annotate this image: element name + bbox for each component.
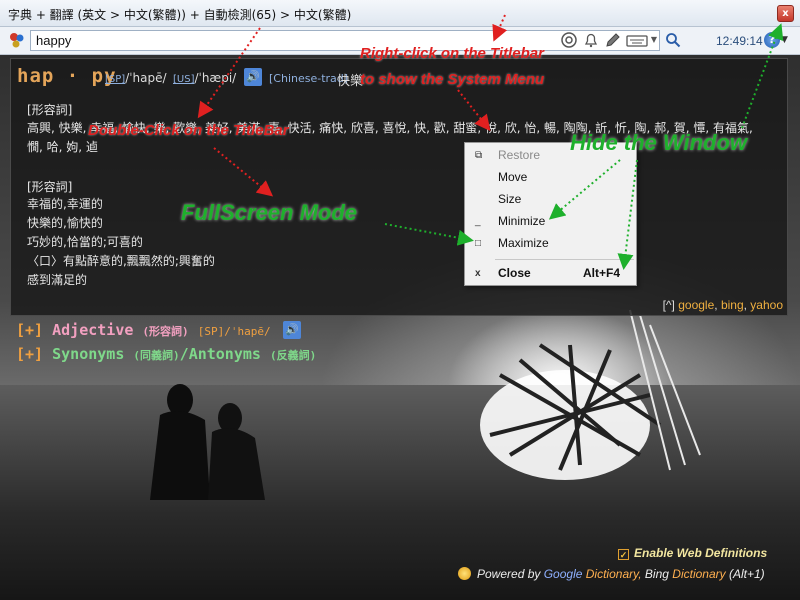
antonyms-label: Antonyms [188,345,261,363]
menu-label: Close [498,266,531,280]
pron-us-tag[interactable]: [US] [173,74,194,85]
menu-label: Restore [498,148,541,162]
minimize-icon: _ [475,216,481,227]
expand-bracket: [+] [16,345,44,363]
menu-label: Minimize [498,214,546,228]
system-menu: ⧉ Restore Move Size _ Minimize □ Maximiz… [464,142,637,286]
synonyms-separator: / [179,345,189,363]
adjective-label: Adjective [52,321,134,339]
help-caret-icon[interactable]: ▼ [781,35,788,45]
web-definitions-label: Enable Web Definitions [634,546,768,560]
clock: 12:49:14 [716,34,763,48]
dropdown-caret-icon[interactable]: ▼ [649,31,659,49]
menu-label: Move [498,170,528,184]
synonyms-label: Synonyms [52,345,125,363]
source-google-link[interactable]: google [678,298,714,312]
adjective-section-toggle[interactable]: [+] Adjective (形容詞) [SP]/ˈhapē/ [16,321,271,339]
lifebuoy-icon[interactable] [560,31,578,49]
menu-label: Maximize [498,236,549,250]
close-button[interactable]: x [777,5,794,22]
annotation-right-click-1: Right-click on the Titlebar [360,45,544,62]
section-label-2: [形容詞] [27,180,73,194]
headword: hap · py [17,65,117,87]
adjective-speaker-icon[interactable]: 🔊 [283,321,301,339]
adjective-pron-tag[interactable]: [SP] [198,325,225,338]
magnifier-icon[interactable] [664,31,682,49]
powered-prefix: Powered by [477,567,541,581]
powered-by: Powered by Google Dictionary, Bing Dicti… [458,567,765,581]
section-label-1: [形容詞] [27,103,73,117]
pron-us-text: /ˈhæpi/ [194,71,237,85]
powered-shortcut: (Alt+1) [728,567,765,581]
synonyms-cn-label: (同義詞) [133,349,180,362]
menu-item-minimize[interactable]: _ Minimize [465,211,636,232]
help-icon[interactable]: ? [764,32,780,48]
title-bar[interactable]: 字典 + 翻譯 (英文 > 中文(繁體)) + 自動檢測(65) > 中文(繁體… [0,0,800,27]
maximize-icon: □ [475,238,482,249]
pron-sp-text: /ˈhapē/ [125,71,167,85]
expand-bracket: [+] [16,321,44,339]
dictionary-panel: hap · py [SP]/ˈhapē/ [US]/ˈhæpi/ 🔊 [Chin… [10,58,788,316]
speaker-icon[interactable]: 🔊 [244,68,262,86]
pron-us: [US]/ˈhæpi/ [173,71,236,85]
annotation-double-click: Double-Click on the TitleBar [88,122,289,139]
menu-label: Size [498,192,522,206]
close-icon: x [475,268,481,279]
source-links: [^] google, bing, yahoo [662,298,783,312]
source-yahoo-link[interactable]: yahoo [750,298,783,312]
bonfire-image [480,309,701,480]
window-title: 字典 + 翻譯 (英文 > 中文(繁體)) + 自動檢測(65) > 中文(繁體… [8,8,352,22]
menu-item-size[interactable]: Size [465,189,636,210]
annotation-hide-window: Hide the Window [570,130,748,155]
pencil-icon[interactable] [604,31,622,49]
source-prefix[interactable]: [^] [663,298,675,312]
sun-icon [458,567,471,580]
people-silhouettes [150,384,265,500]
menu-item-maximize[interactable]: □ Maximize [465,233,636,254]
menu-item-move[interactable]: Move [465,167,636,188]
restore-icon: ⧉ [475,150,483,161]
menu-separator [495,259,634,260]
pron-sp: [SP]/ˈhapē/ [105,71,167,85]
enable-web-definitions[interactable]: ✓ Enable Web Definitions [618,546,767,560]
bell-icon[interactable] [582,31,600,49]
adjective-pron: /ˈhapē/ [224,325,271,338]
annotation-fullscreen: FullScreen Mode [181,200,358,225]
keyboard-icon[interactable] [626,31,648,49]
section-2-line-4: 〈口〉有點醉意的,飄飄然的;興奮的 [27,254,215,268]
google-dictionary-link[interactable]: Dictionary, [586,567,642,581]
antonyms-cn-label: (反義詞) [269,349,317,362]
section-2-line-3: 巧妙的,恰當的;可喜的 [27,235,143,249]
web-definitions-checkbox[interactable]: ✓ [618,549,629,560]
google-label[interactable]: Google [544,567,583,581]
pron-sp-tag[interactable]: [SP] [105,74,125,85]
source-bing-link[interactable]: bing [721,298,744,312]
adjective-cn-label: (形容詞) [142,325,189,338]
logo-icon [10,33,24,48]
bing-dictionary-link[interactable]: Dictionary [672,567,725,581]
annotation-right-click-2: to show the System Menu [360,71,545,88]
synonyms-section-toggle[interactable]: [+] Synonyms (同義詞)/Antonyms (反義詞) [16,345,316,363]
menu-item-close[interactable]: x Close Alt+F4 [465,263,636,284]
section-2-line-5: 感到滿足的 [27,273,88,287]
menu-shortcut: Alt+F4 [583,266,621,280]
bing-label[interactable]: Bing [645,567,669,581]
